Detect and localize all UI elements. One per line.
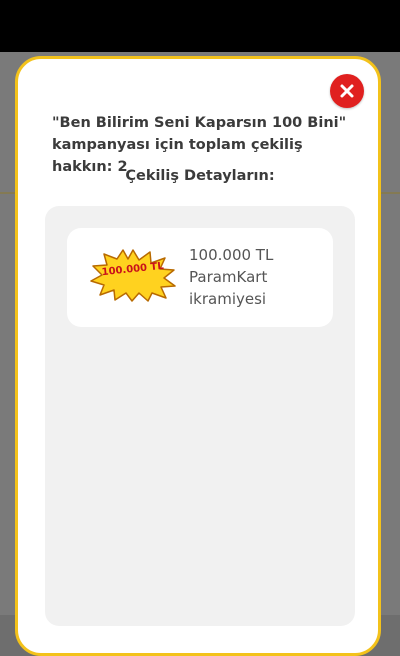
close-button[interactable] (330, 74, 364, 108)
status-bar (0, 0, 400, 52)
prize-description: 100.000 TL ParamKart ikramiyesi (189, 244, 329, 310)
prize-amount: 100.000 TL (189, 246, 274, 264)
details-heading: Çekiliş Detayların: (125, 168, 275, 184)
prize-card-name: ParamKart (189, 268, 268, 286)
prize-type: ikramiyesi (189, 290, 267, 308)
close-icon (340, 84, 354, 98)
starburst-badge-icon: 100.000 TL (90, 249, 176, 302)
